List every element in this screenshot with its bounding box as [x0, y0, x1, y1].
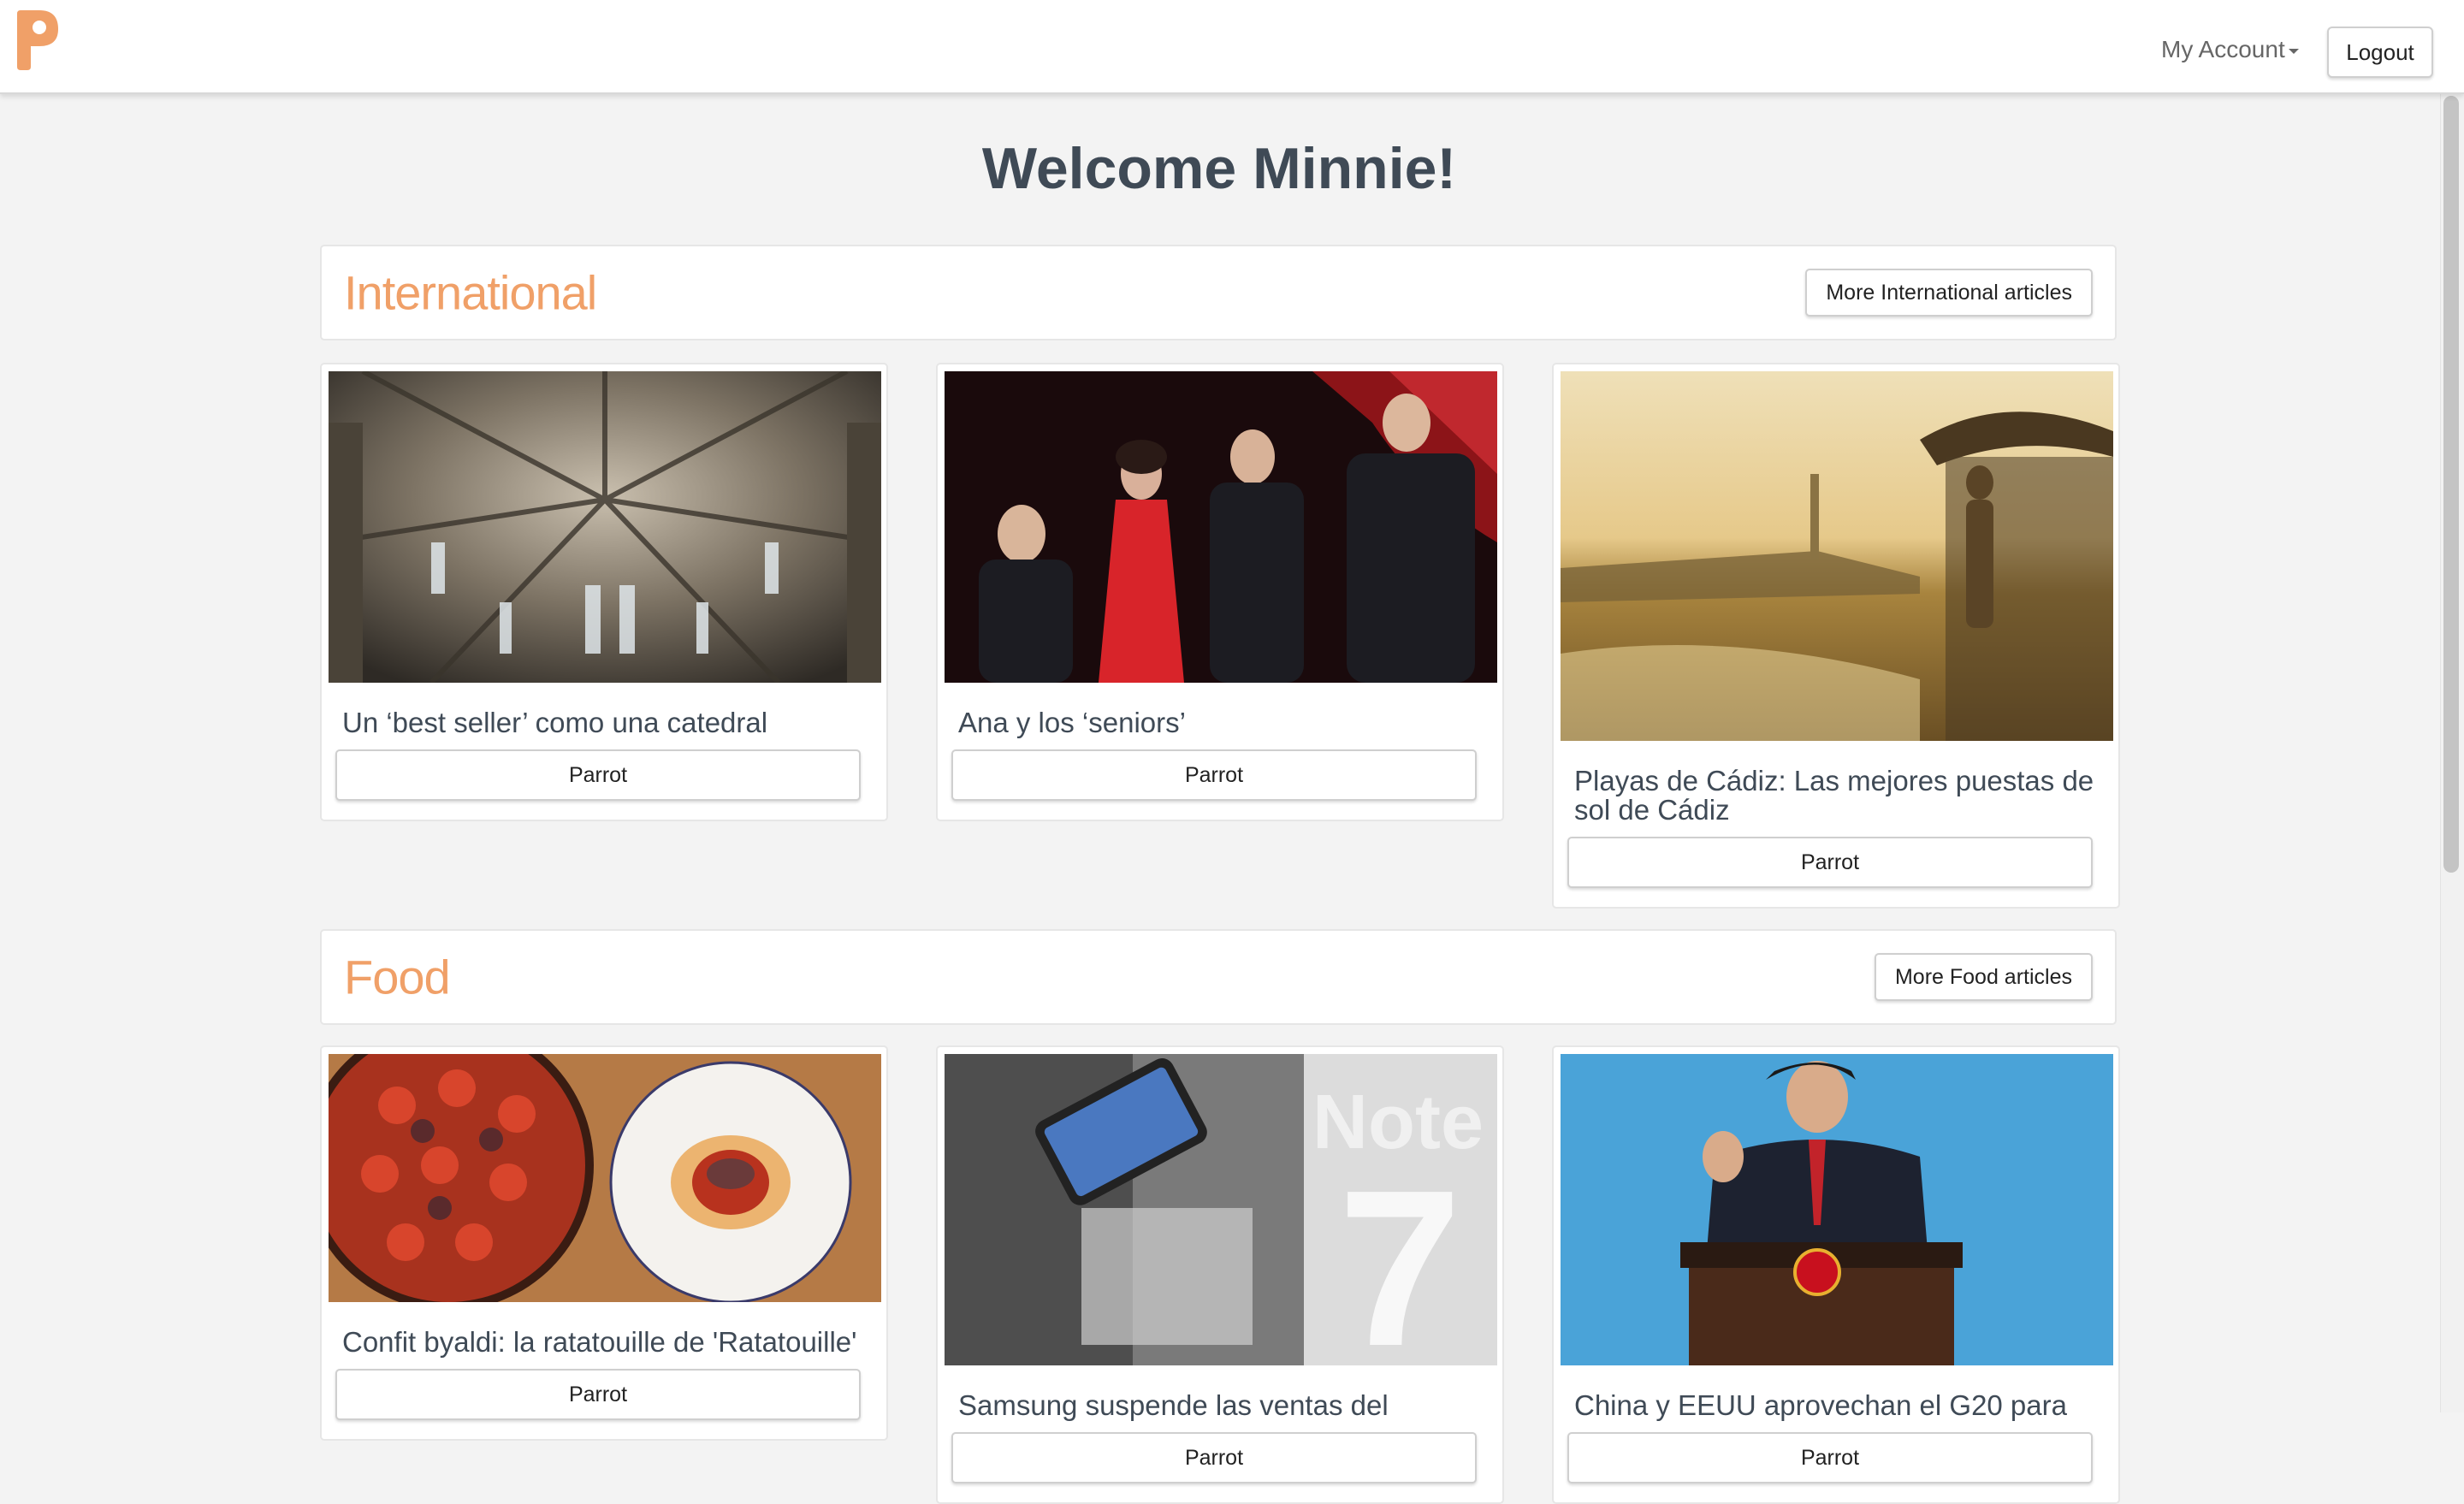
more-food-button[interactable]: More Food articles: [1874, 953, 2093, 1001]
source-button-parrot[interactable]: Parrot: [335, 749, 861, 801]
article-card[interactable]: China y EEUU aprovechan el G20 para Parr…: [1552, 1045, 2120, 1504]
more-international-button[interactable]: More International articles: [1805, 269, 2093, 317]
podium-speaker-image[interactable]: [1561, 1054, 2113, 1365]
source-button-parrot[interactable]: Parrot: [951, 749, 1477, 801]
section-title: Food: [344, 950, 451, 1004]
section-header-food: Food More Food articles: [320, 929, 2117, 1025]
caret-down-icon: [2288, 48, 2299, 54]
article-card[interactable]: Note 7 Samsung suspende las ventas del P…: [936, 1045, 1504, 1504]
source-button-parrot[interactable]: Parrot: [1567, 837, 2093, 888]
article-title[interactable]: Ana y los ‘seniors’: [958, 708, 1489, 737]
ratatouille-dish-image[interactable]: [329, 1054, 881, 1302]
section-title: International: [344, 265, 597, 320]
article-card[interactable]: Un ‘best seller’ como una catedral Parro…: [320, 363, 888, 821]
article-card[interactable]: Ana y los ‘seniors’ Parrot: [936, 363, 1504, 821]
cathedral-vault-image[interactable]: [329, 371, 881, 683]
top-navbar: My Account Logout: [0, 0, 2464, 94]
article-title[interactable]: China y EEUU aprovechan el G20 para: [1574, 1391, 2105, 1420]
article-card[interactable]: Playas de Cádiz: Las mejores puestas de …: [1552, 363, 2120, 909]
my-account-label: My Account: [2161, 36, 2285, 62]
scrollbar-thumb[interactable]: [2443, 96, 2459, 873]
beach-sunset-image[interactable]: [1561, 371, 2113, 741]
source-button-parrot[interactable]: Parrot: [1567, 1432, 2093, 1483]
source-button-parrot[interactable]: Parrot: [951, 1432, 1477, 1483]
article-card[interactable]: Confit byaldi: la ratatouille de 'Ratato…: [320, 1045, 888, 1441]
source-button-parrot[interactable]: Parrot: [335, 1369, 861, 1420]
smartphone-display-image[interactable]: Note 7: [945, 1054, 1497, 1365]
article-title[interactable]: Samsung suspende las ventas del: [958, 1391, 1489, 1420]
article-title[interactable]: Un ‘best seller’ como una catedral: [342, 708, 873, 737]
concert-singers-image[interactable]: [945, 371, 1497, 683]
my-account-dropdown[interactable]: My Account: [2161, 36, 2299, 63]
parrot-logo-icon[interactable]: [14, 7, 62, 70]
article-title[interactable]: Playas de Cádiz: Las mejores puestas de …: [1574, 767, 2105, 825]
article-title[interactable]: Confit byaldi: la ratatouille de 'Ratato…: [342, 1328, 873, 1357]
section-header-international: International More International article…: [320, 245, 2117, 340]
welcome-heading: Welcome Minnie!: [981, 136, 1457, 201]
svg-text:7: 7: [1338, 1145, 1462, 1365]
logout-button[interactable]: Logout: [2327, 27, 2433, 78]
